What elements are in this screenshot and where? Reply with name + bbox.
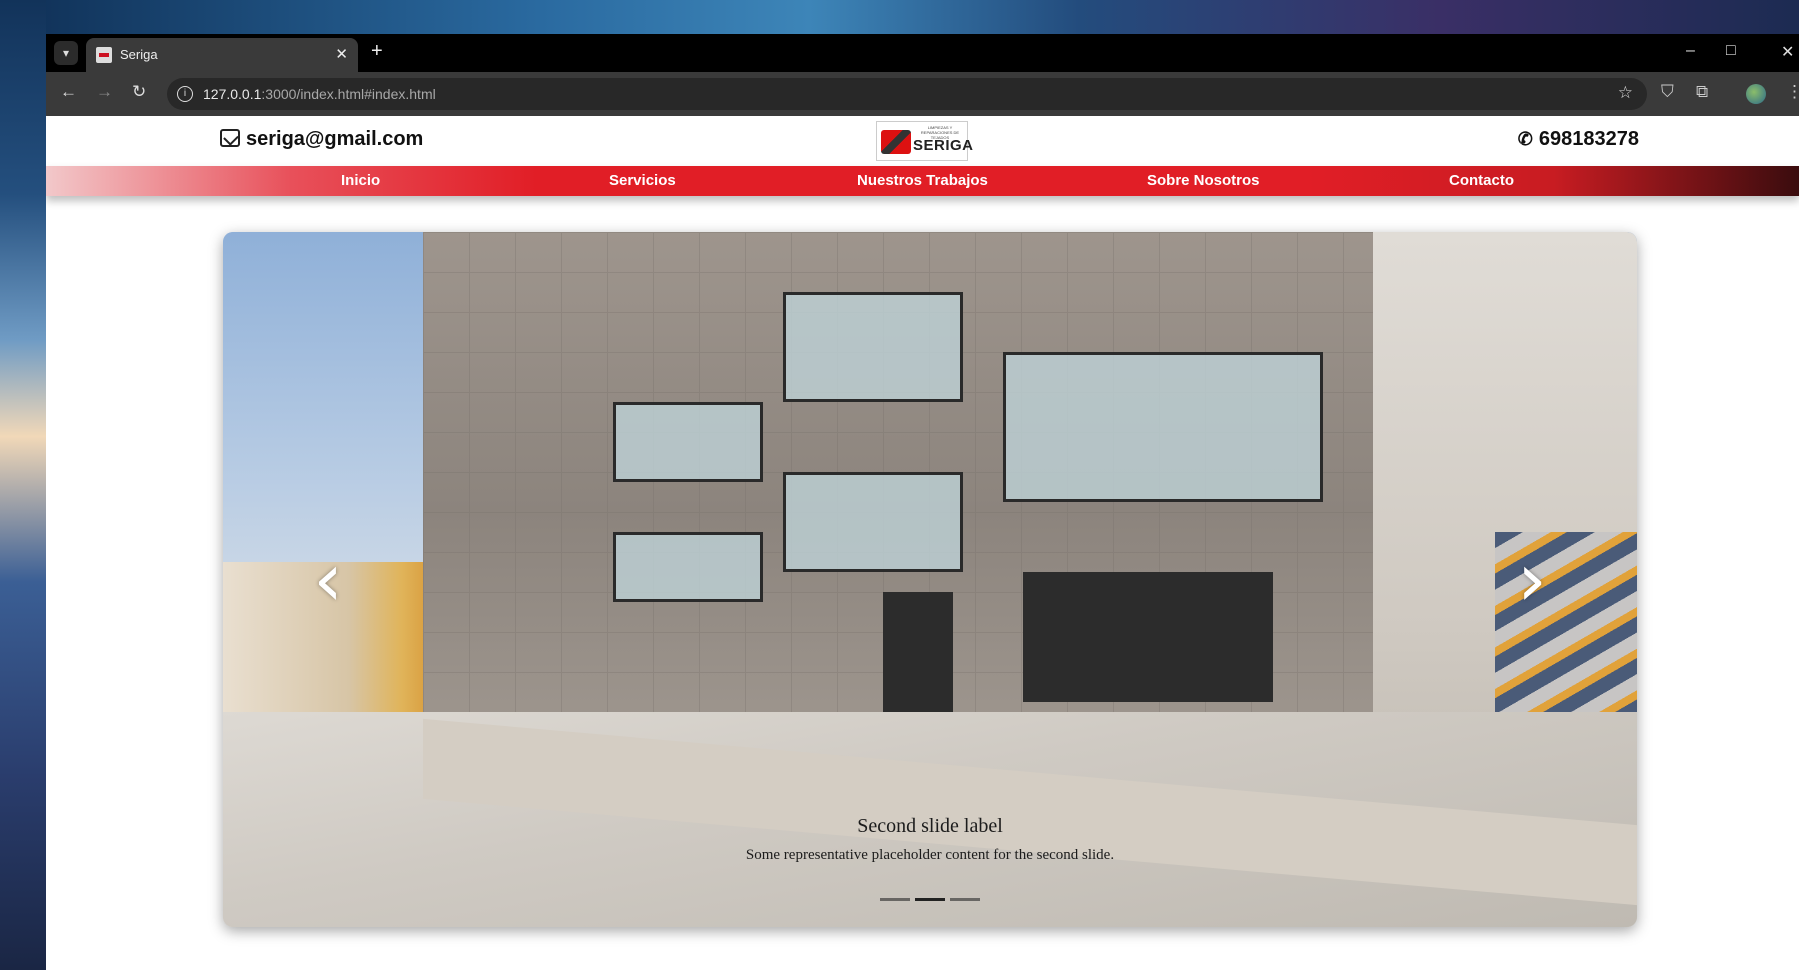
nav-inicio[interactable]: Inicio: [341, 172, 380, 189]
balcony: [1003, 352, 1323, 502]
phone-icon: ✆: [1517, 129, 1533, 149]
desktop-wallpaper-top: [0, 0, 1799, 34]
indicator-1[interactable]: [880, 898, 910, 901]
url-host: 127.0.0.1: [203, 86, 262, 102]
desktop-wallpaper-left: [0, 0, 46, 970]
slide-caption-title: Second slide label: [857, 815, 1003, 837]
contact-email[interactable]: seriga@gmail.com: [220, 128, 423, 151]
window-opening: [1023, 572, 1273, 702]
balcony: [783, 292, 963, 402]
image-carousel: ‹ › Second slide label Some representati…: [223, 232, 1637, 927]
maximize-icon[interactable]: □: [1726, 42, 1736, 60]
main-navbar: Inicio Servicios Nuestros Trabajos Sobre…: [46, 166, 1799, 196]
tab-seriga[interactable]: Seriga ✕: [86, 38, 358, 72]
window-close-icon[interactable]: ✕: [1781, 42, 1794, 62]
carousel-indicators: [880, 898, 980, 902]
logo-name: SERIGA: [913, 137, 974, 154]
shield-icon[interactable]: ⛉: [1661, 82, 1674, 102]
carousel-next-icon[interactable]: ›: [1497, 532, 1567, 632]
web-page: seriga@gmail.com LIMPIEZAS Y REPARACIONE…: [46, 116, 1799, 970]
minimize-icon[interactable]: –: [1686, 42, 1695, 60]
address-bar[interactable]: i 127.0.0.1:3000/index.html#index.html ☆: [167, 78, 1647, 110]
url-path: :3000/index.html#index.html: [261, 86, 436, 102]
indicator-3[interactable]: [950, 898, 980, 901]
logo-mark-icon: [881, 130, 911, 154]
slide-building-main: [423, 232, 1373, 792]
logo[interactable]: LIMPIEZAS Y REPARACIONES DE TEJADOS SERI…: [876, 121, 973, 161]
indicator-2[interactable]: [915, 898, 945, 901]
contact-phone[interactable]: ✆ 698183278: [1518, 128, 1639, 151]
tab-search-icon[interactable]: ▾: [54, 41, 78, 65]
url-text[interactable]: 127.0.0.1:3000/index.html#index.html: [203, 86, 436, 102]
reload-icon[interactable]: ↻: [132, 82, 146, 102]
tab-title: Seriga: [120, 47, 158, 62]
tab-close-icon[interactable]: ✕: [335, 45, 348, 63]
slide-caption-text: Some representative placeholder content …: [745, 847, 1115, 863]
balcony: [783, 472, 963, 572]
browser-toolbar: ← → ↻ i 127.0.0.1:3000/index.html#index.…: [46, 72, 1799, 116]
nav-sobre-nosotros[interactable]: Sobre Nosotros: [1147, 172, 1260, 189]
new-tab-icon[interactable]: +: [371, 40, 383, 63]
site-info-icon[interactable]: i: [177, 86, 193, 102]
email-text: seriga@gmail.com: [246, 128, 424, 150]
contact-bar: seriga@gmail.com LIMPIEZAS Y REPARACIONE…: [46, 116, 1799, 166]
back-icon[interactable]: ←: [60, 82, 77, 102]
tab-strip: ▾ Seriga ✕ + – □ ✕: [46, 34, 1799, 72]
favicon-icon: [96, 47, 112, 63]
mail-icon: [220, 129, 240, 147]
browser-window: ▾ Seriga ✕ + – □ ✕ ← → ↻ i 127.0.0.1:300…: [46, 34, 1799, 970]
profile-avatar[interactable]: [1746, 84, 1766, 104]
nav-contacto[interactable]: Contacto: [1449, 172, 1514, 189]
phone-text: 698183278: [1538, 128, 1639, 150]
menu-kebab-icon[interactable]: ⋮: [1786, 82, 1799, 102]
carousel-prev-icon[interactable]: ‹: [293, 532, 363, 632]
nav-servicios[interactable]: Servicios: [609, 172, 676, 189]
nav-nuestros-trabajos[interactable]: Nuestros Trabajos: [857, 172, 988, 189]
balcony: [613, 402, 763, 482]
balcony: [613, 532, 763, 602]
bookmark-star-icon[interactable]: ☆: [1618, 83, 1633, 103]
forward-icon[interactable]: →: [96, 82, 113, 102]
extensions-icon[interactable]: ⧉: [1696, 82, 1708, 102]
